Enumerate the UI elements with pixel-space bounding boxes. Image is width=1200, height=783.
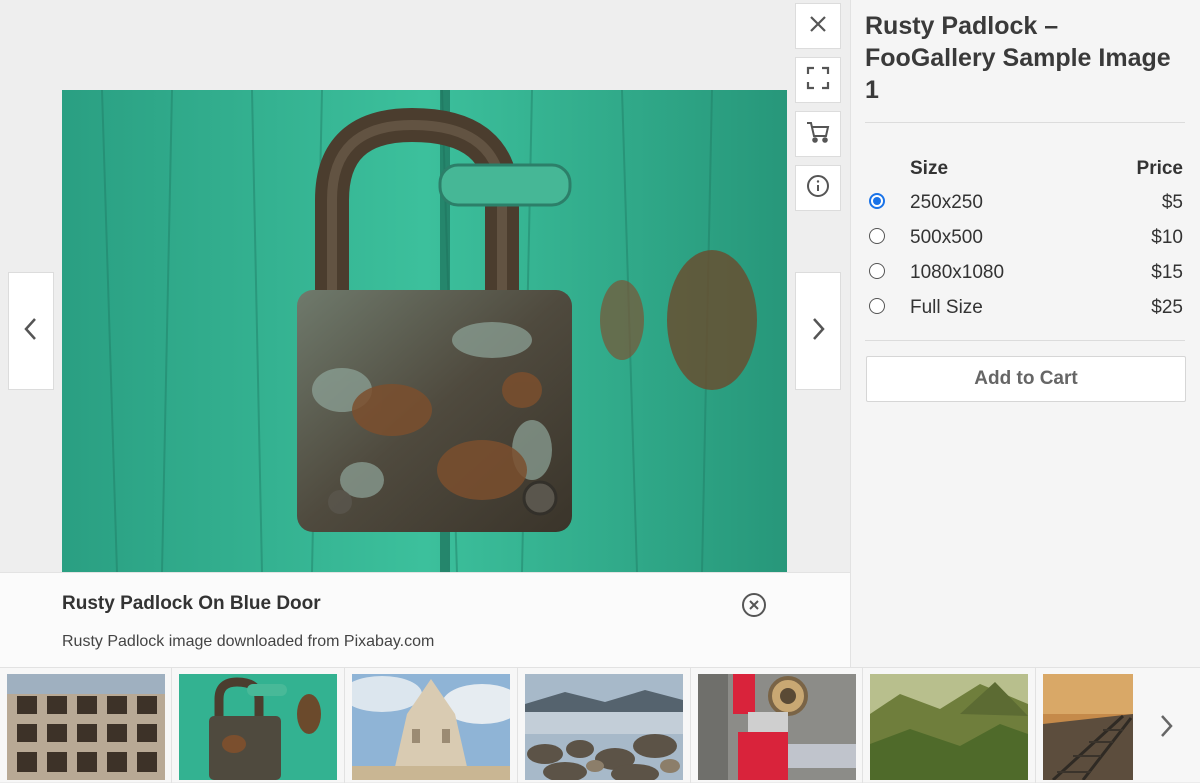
thumbnail-abandoned-building[interactable] [7,674,165,780]
price-table-header: Size Price [865,152,1185,186]
product-panel: Rusty Padlock – FooGallery Sample Image … [850,0,1200,667]
price-label: $15 [1151,262,1183,283]
size-label: 250x250 [910,192,983,213]
size-radio[interactable] [869,263,885,279]
thumbnail-separator [690,668,691,783]
size-radio[interactable] [869,298,885,314]
cart-icon [806,120,830,149]
thumbnail-green-mountains[interactable] [870,674,1028,780]
thumbnail-separator [1035,668,1036,783]
thumbnail-railway-tracks[interactable] [1043,674,1133,780]
thumbnail-sand-castle[interactable] [352,674,510,780]
thumbnail-strip [0,667,1200,783]
price-option-row[interactable]: Full Size $25 [865,291,1185,326]
price-label: $10 [1151,227,1183,248]
price-option-row[interactable]: 1080x1080 $15 [865,256,1185,291]
size-label: Full Size [910,297,983,318]
price-column-header: Price [1136,158,1183,179]
chevron-left-icon [22,315,40,348]
size-label: 500x500 [910,227,983,248]
thumbnail-separator [862,668,863,783]
info-icon [806,174,830,203]
price-label: $5 [1161,192,1183,213]
divider [865,122,1185,123]
thumbnail-separator [171,668,172,783]
price-option-row[interactable]: 250x250 $5 [865,186,1185,221]
close-button[interactable] [795,3,841,49]
fullscreen-button[interactable] [795,57,841,103]
thumbnails-next-button[interactable] [1140,698,1192,758]
image-caption: Rusty Padlock On Blue Door Rusty Padlock… [0,572,850,667]
caption-title: Rusty Padlock On Blue Door [62,593,321,614]
thumbnail-rusty-padlock[interactable] [179,674,337,780]
divider [865,340,1185,341]
size-radio[interactable] [869,228,885,244]
price-table: Size Price 250x250 $5 500x500 $10 1080x1… [865,152,1185,326]
cart-button[interactable] [795,111,841,157]
info-button[interactable] [795,165,841,211]
prev-image-button[interactable] [8,272,54,390]
lightbox-stage [0,0,850,667]
thumbnail-red-pipe-valve[interactable] [698,674,856,780]
thumbnail-separator [517,668,518,783]
close-circle-icon [741,593,767,622]
chevron-right-icon [1157,712,1175,745]
caption-description: Rusty Padlock image downloaded from Pixa… [62,633,435,650]
product-title: Rusty Padlock – FooGallery Sample Image … [865,12,1171,104]
size-label: 1080x1080 [910,262,1005,283]
size-column-header: Size [910,158,949,179]
thumbnail-separator [344,668,345,783]
price-option-row[interactable]: 500x500 $10 [865,221,1185,256]
main-image [62,90,787,572]
thumbnail-rocky-shore[interactable] [525,674,683,780]
fullscreen-icon [806,66,830,95]
next-image-button[interactable] [795,272,841,390]
add-to-cart-button[interactable]: Add to Cart [866,356,1186,402]
chevron-right-icon [809,315,827,348]
price-label: $25 [1151,297,1183,318]
close-icon [808,14,828,39]
size-radio[interactable] [869,193,885,209]
caption-close-button[interactable] [741,592,767,618]
